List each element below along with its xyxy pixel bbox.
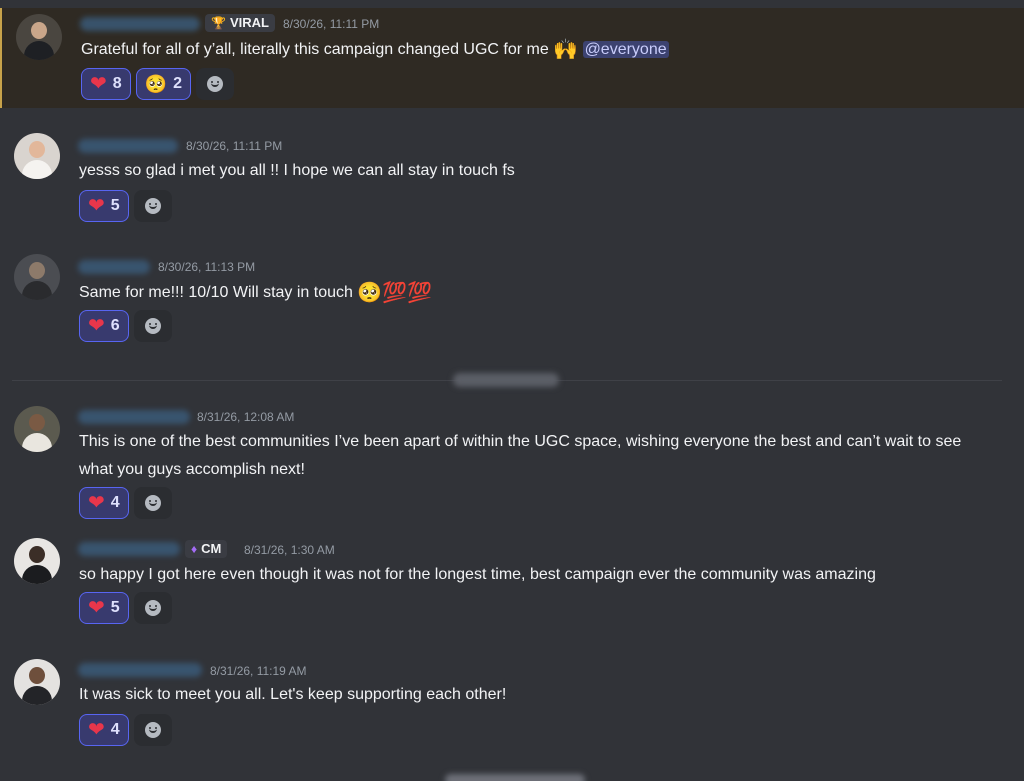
reaction-count: 5 — [110, 599, 120, 616]
add-reaction-button[interactable] — [196, 68, 234, 100]
reactions: ❤ 4 — [79, 714, 172, 746]
timestamp: 8/30/26, 11:11 PM — [283, 17, 380, 31]
message-body: Grateful for all of y’all, literally thi… — [81, 41, 549, 58]
username-redacted[interactable] — [78, 542, 180, 556]
reaction-heart[interactable]: ❤ 5 — [79, 592, 129, 624]
add-reaction-icon — [144, 198, 161, 214]
message-6: 8/31/26, 11:19 AM It was sick to meet yo… — [0, 656, 1024, 756]
username-redacted[interactable] — [78, 139, 178, 153]
raised-hands-emoji: 🙌 — [553, 39, 579, 61]
avatar[interactable] — [14, 254, 60, 300]
role-badge[interactable]: 🏆 VIRAL — [205, 14, 275, 32]
add-reaction-icon — [144, 600, 161, 616]
message-text: It was sick to meet you all. Let's keep … — [79, 686, 507, 703]
message-1: 🏆 VIRAL 8/30/26, 11:11 PM Grateful for a… — [0, 8, 1024, 108]
avatar[interactable] — [14, 659, 60, 705]
add-reaction-icon — [144, 722, 161, 738]
reaction-count: 6 — [110, 317, 120, 334]
username-redacted[interactable] — [78, 663, 202, 677]
message-text: Grateful for all of y’all, literally thi… — [81, 36, 1001, 64]
mention-everyone[interactable]: @everyone — [582, 41, 669, 58]
username-redacted[interactable] — [78, 260, 150, 274]
reactions: ❤ 5 — [79, 190, 172, 222]
reaction-heart[interactable]: ❤ 5 — [79, 190, 129, 222]
purple-flame-icon: ♦ — [191, 542, 198, 556]
timestamp: 8/30/26, 11:11 PM — [186, 139, 283, 153]
timestamp: 8/30/26, 11:13 PM — [158, 260, 256, 274]
date-divider-label-redacted — [453, 373, 559, 387]
timestamp: 8/31/26, 12:08 AM — [197, 410, 295, 424]
add-reaction-icon — [207, 76, 223, 92]
avatar[interactable] — [14, 538, 60, 584]
reaction-heart[interactable]: ❤ 4 — [79, 487, 129, 519]
add-reaction-icon — [144, 495, 161, 511]
pleading-face-icon: 🥺 — [144, 74, 168, 94]
message-2: 8/30/26, 11:11 PM yesss so glad i met yo… — [0, 130, 1024, 230]
timestamp: 8/31/26, 11:19 AM — [210, 664, 307, 678]
add-reaction-icon — [144, 318, 161, 334]
add-reaction-button[interactable] — [133, 592, 172, 624]
timestamp: 8/31/26, 1:30 AM — [244, 543, 335, 557]
username-redacted[interactable] — [78, 410, 190, 424]
chat-messages: 🏆 VIRAL 8/30/26, 11:11 PM Grateful for a… — [0, 0, 1024, 781]
reaction-pleading-face[interactable]: 🥺 2 — [135, 68, 191, 100]
reactions: ❤ 4 — [79, 487, 172, 519]
avatar[interactable] — [14, 406, 60, 452]
reaction-count: 5 — [110, 197, 120, 214]
username-redacted[interactable] — [80, 17, 200, 31]
reaction-heart[interactable]: ❤ 6 — [79, 310, 129, 342]
next-date-divider-redacted — [445, 774, 585, 781]
role-badge[interactable]: ♦ CM — [185, 540, 228, 558]
heart-icon: ❤ — [88, 719, 105, 741]
message-body: Same for me!!! 10/10 Will stay in touch — [79, 284, 353, 301]
message-text: so happy I got here even though it was n… — [79, 566, 876, 583]
reaction-heart[interactable]: ❤ 4 — [79, 714, 129, 746]
add-reaction-button[interactable] — [133, 310, 172, 342]
message-4: 8/31/26, 12:08 AM This is one of the bes… — [0, 402, 1024, 522]
reaction-count: 2 — [173, 75, 182, 92]
trophy-icon: 🏆 — [211, 16, 226, 30]
avatar[interactable] — [14, 133, 60, 179]
reaction-count: 8 — [112, 75, 122, 92]
add-reaction-button[interactable] — [133, 190, 172, 222]
message-text: yesss so glad i met you all !! I hope we… — [79, 162, 515, 179]
reactions: ❤ 5 — [79, 592, 172, 624]
reaction-count: 4 — [110, 721, 120, 738]
badge-label: VIRAL — [229, 15, 269, 30]
message-text: Same for me!!! 10/10 Will stay in touch … — [79, 279, 999, 307]
add-reaction-button[interactable] — [133, 714, 172, 746]
message-text: This is one of the best communities I’ve… — [79, 433, 962, 478]
heart-icon: ❤ — [90, 73, 107, 95]
badge-label: CM — [201, 541, 222, 556]
avatar[interactable] — [16, 14, 62, 60]
message-5: ♦ CM 8/31/26, 1:30 AM so happy I got her… — [0, 535, 1024, 635]
reaction-count: 4 — [110, 494, 120, 511]
heart-icon: ❤ — [88, 492, 105, 514]
heart-icon: ❤ — [88, 597, 105, 619]
reactions: ❤ 6 — [79, 310, 172, 342]
pleading-face-and-100-emoji: 🥺💯💯 — [357, 282, 433, 304]
heart-icon: ❤ — [88, 315, 105, 337]
message-3: 8/30/26, 11:13 PM Same for me!!! 10/10 W… — [0, 252, 1024, 352]
heart-icon: ❤ — [88, 195, 105, 217]
reactions: ❤ 8 🥺 2 — [81, 68, 234, 100]
add-reaction-button[interactable] — [133, 487, 172, 519]
reaction-heart[interactable]: ❤ 8 — [81, 68, 131, 100]
